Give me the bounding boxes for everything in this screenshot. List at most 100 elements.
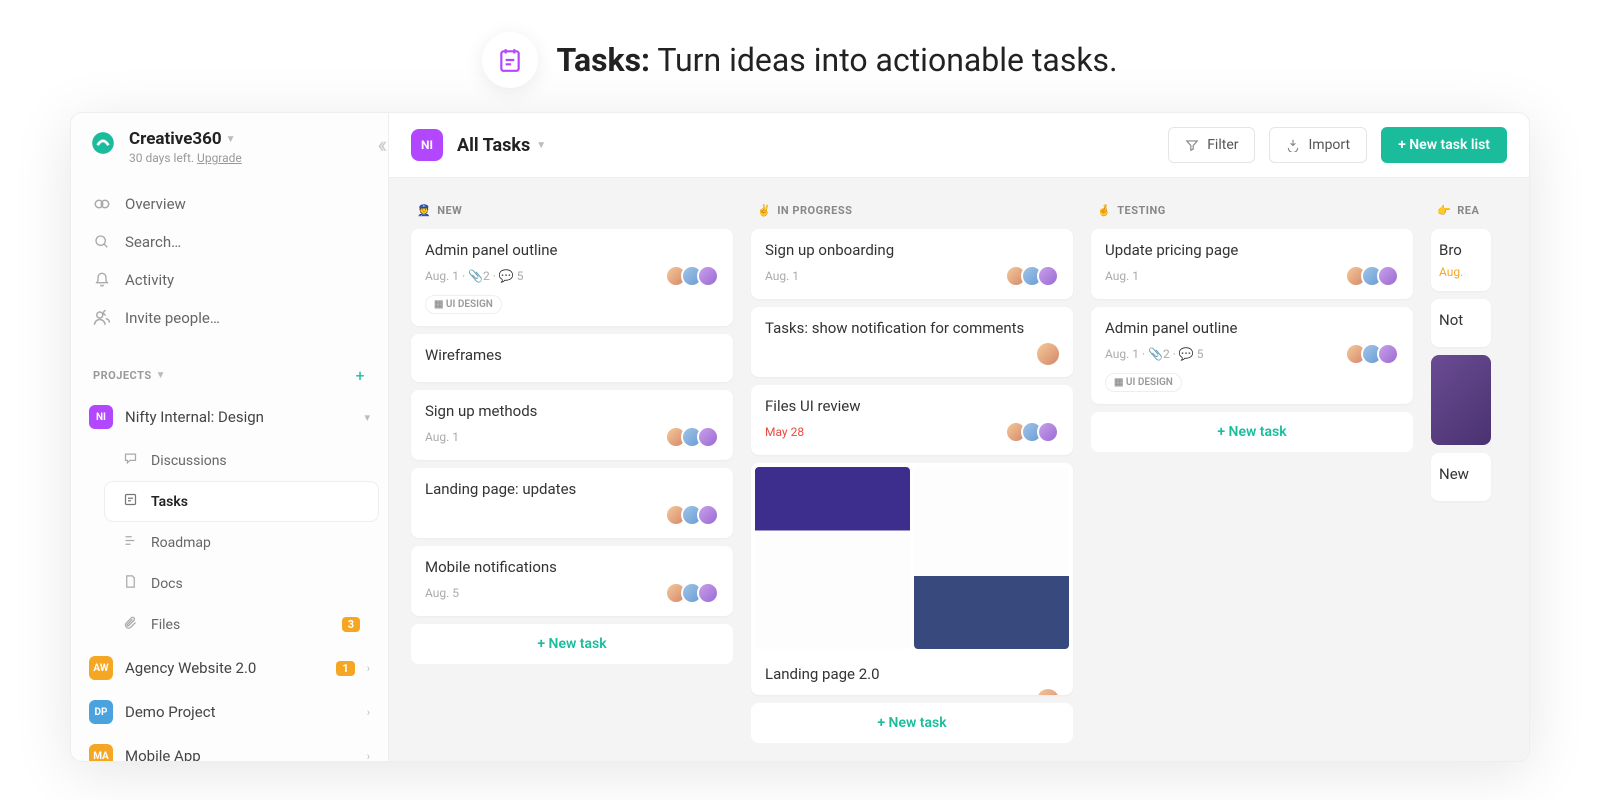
- column-emoji-icon: 👮: [417, 204, 431, 217]
- project-sub-files[interactable]: Files3: [105, 605, 378, 644]
- project-sub-tasks[interactable]: Tasks: [105, 482, 378, 521]
- discussions-icon: [123, 451, 139, 470]
- task-card[interactable]: Admin panel outlineAug. 1 · 📎2 · 💬 5▦ UI…: [411, 229, 733, 326]
- project-item[interactable]: NINifty Internal: Design▾: [71, 395, 388, 439]
- trial-notice: 30 days left. Upgrade: [129, 151, 242, 165]
- workspace-header[interactable]: Creative360▼ 30 days left. Upgrade ‹‹: [71, 113, 388, 175]
- new-task-list-button[interactable]: + New task list: [1381, 127, 1507, 163]
- avatar-stack: [1351, 265, 1399, 287]
- tasks-hero-icon: [482, 32, 538, 88]
- card-title: Sign up onboarding: [765, 241, 1059, 259]
- new-task-button[interactable]: + New task: [751, 703, 1073, 743]
- sub-label: Files: [151, 617, 180, 633]
- hero-text: Tasks: Turn ideas into actionable tasks.: [556, 41, 1117, 79]
- column-header[interactable]: ✌️ IN PROGRESS: [751, 196, 1073, 229]
- new-task-button[interactable]: + New task: [411, 624, 733, 664]
- project-item[interactable]: DPDemo Project›: [71, 690, 388, 734]
- task-card[interactable]: Bro Aug.: [1431, 229, 1491, 291]
- app-window: Creative360▼ 30 days left. Upgrade ‹‹ Ov…: [70, 112, 1530, 762]
- task-card[interactable]: Sign up onboardingAug. 1: [751, 229, 1073, 299]
- column-title: TESTING: [1117, 204, 1166, 217]
- add-project-button[interactable]: +: [350, 365, 370, 385]
- files-icon: [123, 615, 139, 634]
- avatar: [697, 426, 719, 448]
- upgrade-link[interactable]: Upgrade: [197, 151, 242, 165]
- chevron-icon: ›: [367, 750, 370, 763]
- avatar: [697, 504, 719, 526]
- avatar: [1037, 265, 1059, 287]
- column-emoji-icon: 👉: [1437, 204, 1451, 217]
- task-card[interactable]: Not: [1431, 299, 1491, 347]
- task-card[interactable]: Files UI reviewMay 28: [751, 385, 1073, 455]
- avatar-stack: [671, 426, 719, 448]
- workspace-logo: [89, 129, 117, 157]
- project-name: Demo Project: [125, 703, 355, 721]
- project-sub-docs[interactable]: Docs: [105, 564, 378, 603]
- card-title: Files UI review: [765, 397, 1059, 415]
- sub-label: Roadmap: [151, 535, 211, 551]
- task-card-image[interactable]: [1431, 355, 1491, 445]
- people-icon: [93, 309, 111, 327]
- avatar: [1037, 421, 1059, 443]
- column-title: IN PROGRESS: [777, 204, 852, 217]
- link-icon: [93, 195, 111, 213]
- card-tag: ▦ UI DESIGN: [1105, 373, 1182, 392]
- avatar: [1377, 343, 1399, 365]
- card-meta: Aug. 1 · 📎2 · 💬 5: [425, 269, 524, 283]
- docs-icon: [123, 574, 139, 593]
- count-badge: 1: [336, 661, 354, 676]
- topbar: NI All Tasks▼ Filter Import + New task l…: [389, 113, 1529, 178]
- task-card[interactable]: Tasks: show notification for comments: [751, 307, 1073, 377]
- task-card[interactable]: Landing page 2.0: [751, 463, 1073, 695]
- filter-button[interactable]: Filter: [1168, 127, 1255, 163]
- card-title: Tasks: show notification for comments: [765, 319, 1059, 337]
- column-emoji-icon: ✌️: [757, 204, 771, 217]
- sub-label: Docs: [151, 576, 183, 592]
- nav-search[interactable]: Search…: [71, 223, 388, 261]
- workspace-name[interactable]: Creative360▼: [129, 129, 242, 149]
- hero-banner: Tasks: Turn ideas into actionable tasks.: [0, 0, 1600, 112]
- avatar-stack: [671, 582, 719, 604]
- card-title: Update pricing page: [1105, 241, 1399, 259]
- column-header[interactable]: 👉 REA: [1431, 196, 1491, 229]
- task-card[interactable]: Update pricing pageAug. 1: [1091, 229, 1413, 299]
- card-meta: Aug. 1 · 📎2 · 💬 5: [1105, 347, 1204, 361]
- task-card[interactable]: Landing page: updates: [411, 468, 733, 538]
- project-badge: MA: [89, 744, 113, 762]
- column-title: NEW: [437, 204, 462, 217]
- nav-invite[interactable]: Invite people…: [71, 299, 388, 337]
- column-header[interactable]: 🤞 TESTING: [1091, 196, 1413, 229]
- board-column: 👉 REA Bro Aug. Not New: [1431, 196, 1491, 743]
- card-title: Sign up methods: [425, 402, 719, 420]
- nav-overview[interactable]: Overview: [71, 185, 388, 223]
- import-button[interactable]: Import: [1269, 127, 1367, 163]
- task-card[interactable]: Mobile notificationsAug. 5: [411, 546, 733, 616]
- task-card[interactable]: Wireframes: [411, 334, 733, 382]
- column-title: REA: [1457, 204, 1479, 217]
- card-title: Bro: [1439, 241, 1483, 259]
- avatar-stack: [671, 265, 719, 287]
- nav-activity[interactable]: Activity: [71, 261, 388, 299]
- avatar-stack: [671, 504, 719, 526]
- card-title: Landing page: updates: [425, 480, 719, 498]
- task-card[interactable]: New: [1431, 453, 1491, 501]
- task-card[interactable]: Sign up methodsAug. 1: [411, 390, 733, 460]
- search-icon: [93, 233, 111, 251]
- project-name: Agency Website 2.0: [125, 659, 324, 677]
- board-column: ✌️ IN PROGRESS Sign up onboardingAug. 1 Tas…: [751, 196, 1073, 743]
- sidebar: Creative360▼ 30 days left. Upgrade ‹‹ Ov…: [71, 113, 389, 761]
- avatar: [1037, 689, 1059, 695]
- new-task-button[interactable]: + New task: [1091, 412, 1413, 452]
- project-item[interactable]: MAMobile App›: [71, 734, 388, 762]
- column-emoji-icon: 🤞: [1097, 204, 1111, 217]
- card-tag: ▦ UI DESIGN: [425, 295, 502, 314]
- column-header[interactable]: 👮 NEW: [411, 196, 733, 229]
- project-item[interactable]: AWAgency Website 2.01›: [71, 646, 388, 690]
- import-icon: [1286, 138, 1300, 152]
- card-meta: Aug.: [1439, 265, 1463, 279]
- task-card[interactable]: Admin panel outlineAug. 1 · 📎2 · 💬 5▦ UI…: [1091, 307, 1413, 404]
- projects-label[interactable]: PROJECTS▼: [93, 369, 166, 382]
- view-title[interactable]: All Tasks▼: [457, 135, 546, 156]
- project-sub-roadmap[interactable]: Roadmap: [105, 523, 378, 562]
- project-sub-discussions[interactable]: Discussions: [105, 441, 378, 480]
